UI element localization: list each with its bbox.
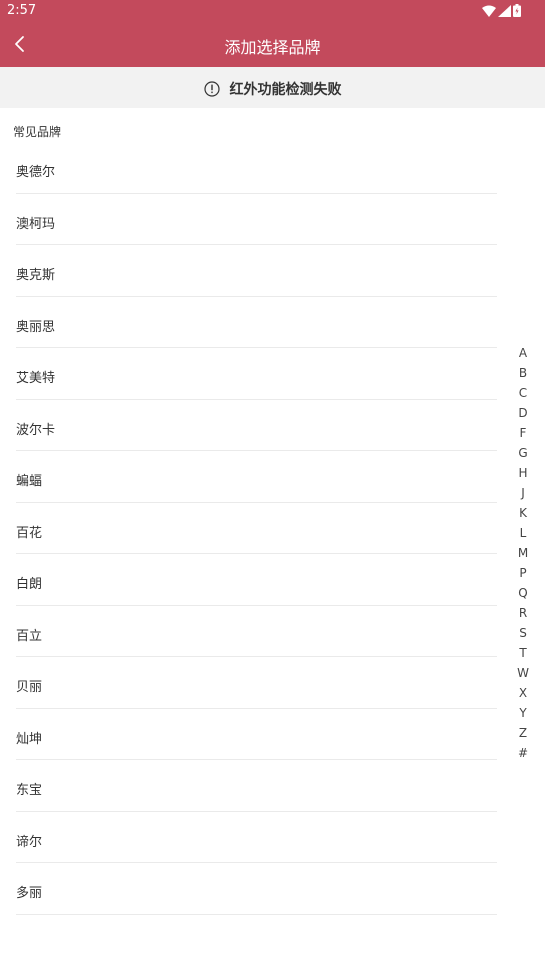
brand-label: 百立 [16,628,43,644]
brand-label: 东宝 [16,783,43,798]
index-letter[interactable]: M [512,544,534,564]
index-letter[interactable]: A [512,344,534,364]
index-letter[interactable]: J [512,484,534,504]
index-letter[interactable]: C [512,384,534,404]
brand-item[interactable]: 东宝 [16,760,497,812]
index-letter[interactable]: # [512,744,534,764]
warning-text: 红外功能检测失败 [229,82,342,98]
brand-label: 波尔卡 [16,422,56,438]
brand-label: 贝丽 [16,680,43,695]
index-letter[interactable]: K [512,504,534,524]
index-letter[interactable]: G [512,444,534,464]
brand-list: 奥德尔 澳柯玛 奥克斯 奥丽思 艾美特 波尔卡 蝙蝠 百花 白朗 百立 贝丽 灿… [16,142,497,915]
brand-label: 多丽 [16,886,43,901]
brand-label: 澳柯玛 [16,216,56,232]
brand-item[interactable]: 波尔卡 [16,400,497,451]
brand-item[interactable]: 奥丽思 [16,297,497,348]
brand-label: 奥德尔 [16,165,56,180]
brand-item[interactable]: 澳柯玛 [16,194,497,245]
index-letter[interactable]: F [512,424,534,444]
warning-banner: 红外功能检测失败 [0,67,545,108]
brand-label: 蝙蝠 [16,474,43,489]
brand-item[interactable]: 贝丽 [16,657,497,709]
index-letter[interactable]: W [512,664,534,684]
brand-item[interactable]: 多丽 [16,863,497,915]
brand-label: 谛尔 [16,834,43,850]
wifi-icon [482,5,496,17]
brand-item[interactable]: 谛尔 [16,812,497,863]
app-bar: 添加选择品牌 [0,22,545,67]
index-letter[interactable]: L [512,524,534,544]
alphabet-index-bar: A B C D F G H J K L M P Q R S T W X Y Z … [512,344,534,764]
index-letter[interactable]: Q [512,584,534,604]
brand-item[interactable]: 奥德尔 [16,142,497,194]
status-bar: 2:57 [0,0,545,22]
brand-label: 艾美特 [16,371,56,386]
brand-item[interactable]: 奥克斯 [16,245,497,297]
brand-item[interactable]: 白朗 [16,554,497,606]
brand-item[interactable]: 百花 [16,503,497,554]
index-letter[interactable]: Y [512,704,534,724]
brand-label: 奥丽思 [16,319,56,335]
battery-icon [513,4,521,17]
page-title: 添加选择品牌 [224,38,321,57]
brand-item[interactable]: 艾美特 [16,348,497,400]
index-letter[interactable]: X [512,684,534,704]
brand-label: 白朗 [16,577,43,592]
index-letter[interactable]: P [512,564,534,584]
brand-item[interactable]: 灿坤 [16,709,497,760]
index-letter[interactable]: H [512,464,534,484]
index-letter[interactable]: D [512,404,534,424]
brand-label: 灿坤 [16,731,43,747]
status-time: 2:57 [7,3,37,18]
brand-label: 奥克斯 [16,268,56,283]
index-letter[interactable]: S [512,624,534,644]
index-letter[interactable]: T [512,644,534,664]
section-header-common-brands: 常见品牌 [13,125,62,139]
status-icons [482,4,521,17]
warning-circle-icon [203,81,220,97]
index-letter[interactable]: Z [512,724,534,744]
brand-label: 百花 [16,525,43,541]
brand-item[interactable]: 蝙蝠 [16,451,497,503]
index-letter[interactable]: R [512,604,534,624]
brand-item[interactable]: 百立 [16,606,497,657]
signal-icon [498,4,511,17]
index-letter[interactable]: B [512,364,534,384]
